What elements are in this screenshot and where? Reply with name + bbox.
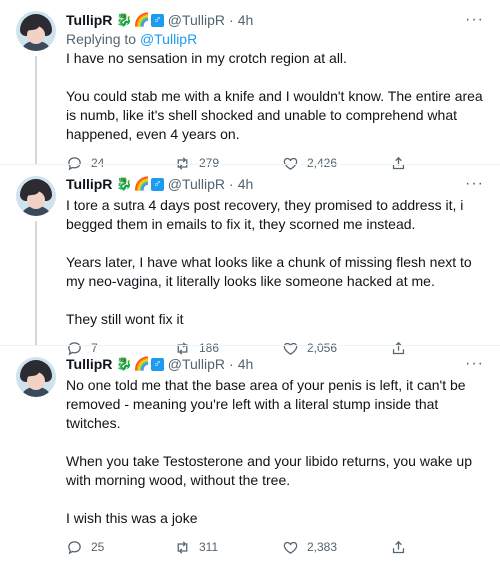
tweet[interactable]: TullipR 🐉 🌈 ♂ @TullipR · 4h ··· No one t… xyxy=(0,345,500,555)
replying-to: Replying to @TullipR xyxy=(66,31,484,47)
male-sign-icon: ♂ xyxy=(150,13,164,27)
tweet-header: TullipR 🐉 🌈 ♂ @TullipR · 4h ··· xyxy=(66,10,484,30)
dragon-emoji-icon: 🐉 xyxy=(116,356,133,371)
rainbow-emoji-icon: 🌈 xyxy=(133,176,150,191)
rainbow-emoji-icon: 🌈 xyxy=(133,12,150,27)
tweet-paragraph: I tore a sutra 4 days post recovery, the… xyxy=(66,197,464,232)
share-icon xyxy=(392,540,405,553)
male-sign-icon: ♂ xyxy=(150,357,164,371)
avatar[interactable] xyxy=(16,11,56,51)
tweet[interactable]: TullipR 🐉 🌈 ♂ @TullipR · 4h ··· I tore a… xyxy=(0,164,500,356)
tweet-header: TullipR 🐉 🌈 ♂ @TullipR · 4h ··· xyxy=(66,174,484,194)
share-button[interactable] xyxy=(390,539,407,556)
name-emojis: 🐉 🌈 ♂ xyxy=(116,356,164,371)
retweet-count: 311 xyxy=(199,540,219,554)
heart-icon xyxy=(283,541,298,554)
tweet-text: I tore a sutra 4 days post recovery, the… xyxy=(66,196,484,329)
handle[interactable]: @TullipR xyxy=(168,356,225,372)
tweet-paragraph: They still wont fix it xyxy=(66,311,184,327)
tweet-paragraph: When you take Testosterone and your libi… xyxy=(66,453,472,488)
tweet[interactable]: TullipR 🐉 🌈 ♂ @TullipR · 4h ··· Replying… xyxy=(0,0,500,171)
reply-button[interactable]: 25 xyxy=(66,539,174,556)
thread-line xyxy=(35,56,37,164)
avatar[interactable] xyxy=(16,176,56,216)
display-name[interactable]: TullipR xyxy=(66,12,112,28)
timestamp[interactable]: 4h xyxy=(238,176,254,192)
tweet-paragraph: I have no sensation in my crotch region … xyxy=(66,50,347,66)
display-name[interactable]: TullipR xyxy=(66,176,112,192)
separator-dot: · xyxy=(229,12,234,28)
handle[interactable]: @TullipR xyxy=(168,176,225,192)
tweet-text: No one told me that the base area of you… xyxy=(66,376,484,528)
tweet-paragraph: No one told me that the base area of you… xyxy=(66,377,466,431)
tweet-header: TullipR 🐉 🌈 ♂ @TullipR · 4h ··· xyxy=(66,354,484,374)
name-emojis: 🐉 🌈 ♂ xyxy=(116,12,164,27)
action-bar: 25 311 2,383 xyxy=(66,528,484,566)
like-button[interactable]: 2,383 xyxy=(282,539,390,556)
replying-to-link[interactable]: @TullipR xyxy=(140,31,197,47)
male-sign-icon: ♂ xyxy=(150,177,164,191)
handle[interactable]: @TullipR xyxy=(168,12,225,28)
more-options-icon[interactable]: ··· xyxy=(465,355,484,373)
thread-line xyxy=(35,221,37,345)
more-options-icon[interactable]: ··· xyxy=(465,175,484,193)
separator-dot: · xyxy=(229,356,234,372)
tweet-paragraph: Years later, I have what looks like a ch… xyxy=(66,254,472,289)
timestamp[interactable]: 4h xyxy=(238,356,254,372)
dragon-emoji-icon: 🐉 xyxy=(116,12,133,27)
reply-icon xyxy=(68,540,81,555)
reply-count: 25 xyxy=(91,540,105,554)
dragon-emoji-icon: 🐉 xyxy=(116,176,133,191)
retweet-icon xyxy=(177,540,188,554)
separator-dot: · xyxy=(229,176,234,192)
tweet-paragraph: You could stab me with a knife and I wou… xyxy=(66,88,483,142)
tweet-paragraph: I wish this was a joke xyxy=(66,510,198,526)
timestamp[interactable]: 4h xyxy=(238,12,254,28)
rainbow-emoji-icon: 🌈 xyxy=(133,356,150,371)
display-name[interactable]: TullipR xyxy=(66,356,112,372)
more-options-icon[interactable]: ··· xyxy=(465,11,484,29)
like-count: 2,383 xyxy=(307,540,338,554)
replying-to-label: Replying to xyxy=(66,31,140,47)
name-emojis: 🐉 🌈 ♂ xyxy=(116,176,164,191)
retweet-button[interactable]: 311 xyxy=(174,539,282,556)
tweet-text: I have no sensation in my crotch region … xyxy=(66,49,484,144)
avatar[interactable] xyxy=(16,357,56,397)
